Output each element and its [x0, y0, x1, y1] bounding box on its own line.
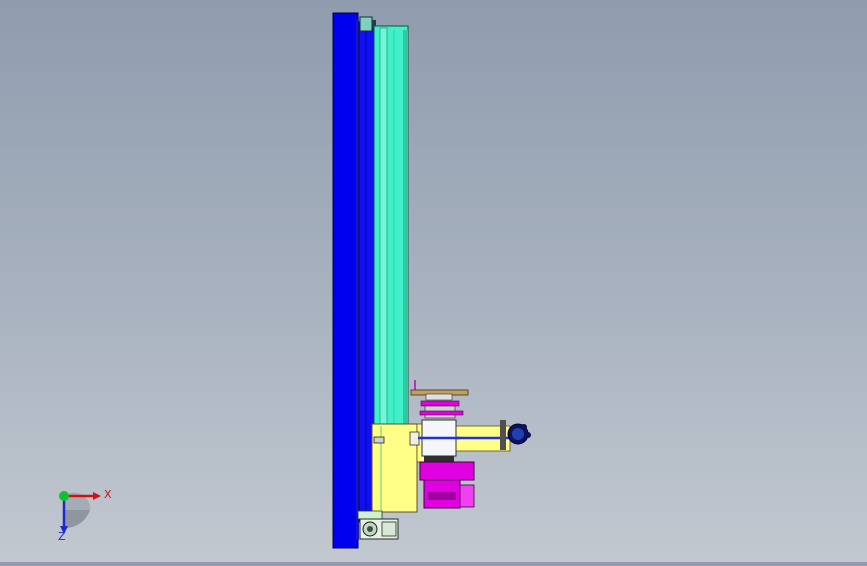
turntable[interactable]: [410, 380, 469, 419]
linear-rail[interactable]: [373, 25, 409, 427]
carriage-plate[interactable]: [371, 423, 426, 513]
x-axis-label: X: [104, 488, 112, 501]
z-axis-label: Z: [58, 530, 66, 543]
coordinate-triad: X Z: [48, 482, 118, 546]
drive-motor[interactable]: [419, 461, 475, 509]
horizontal-arm[interactable]: [454, 420, 531, 452]
cad-model[interactable]: [0, 0, 867, 562]
center-block[interactable]: [418, 419, 460, 462]
origin-point: [59, 491, 69, 501]
main-frame[interactable]: [332, 12, 375, 549]
bottom-bracket[interactable]: [357, 510, 399, 540]
graphics-viewport[interactable]: [0, 0, 867, 562]
